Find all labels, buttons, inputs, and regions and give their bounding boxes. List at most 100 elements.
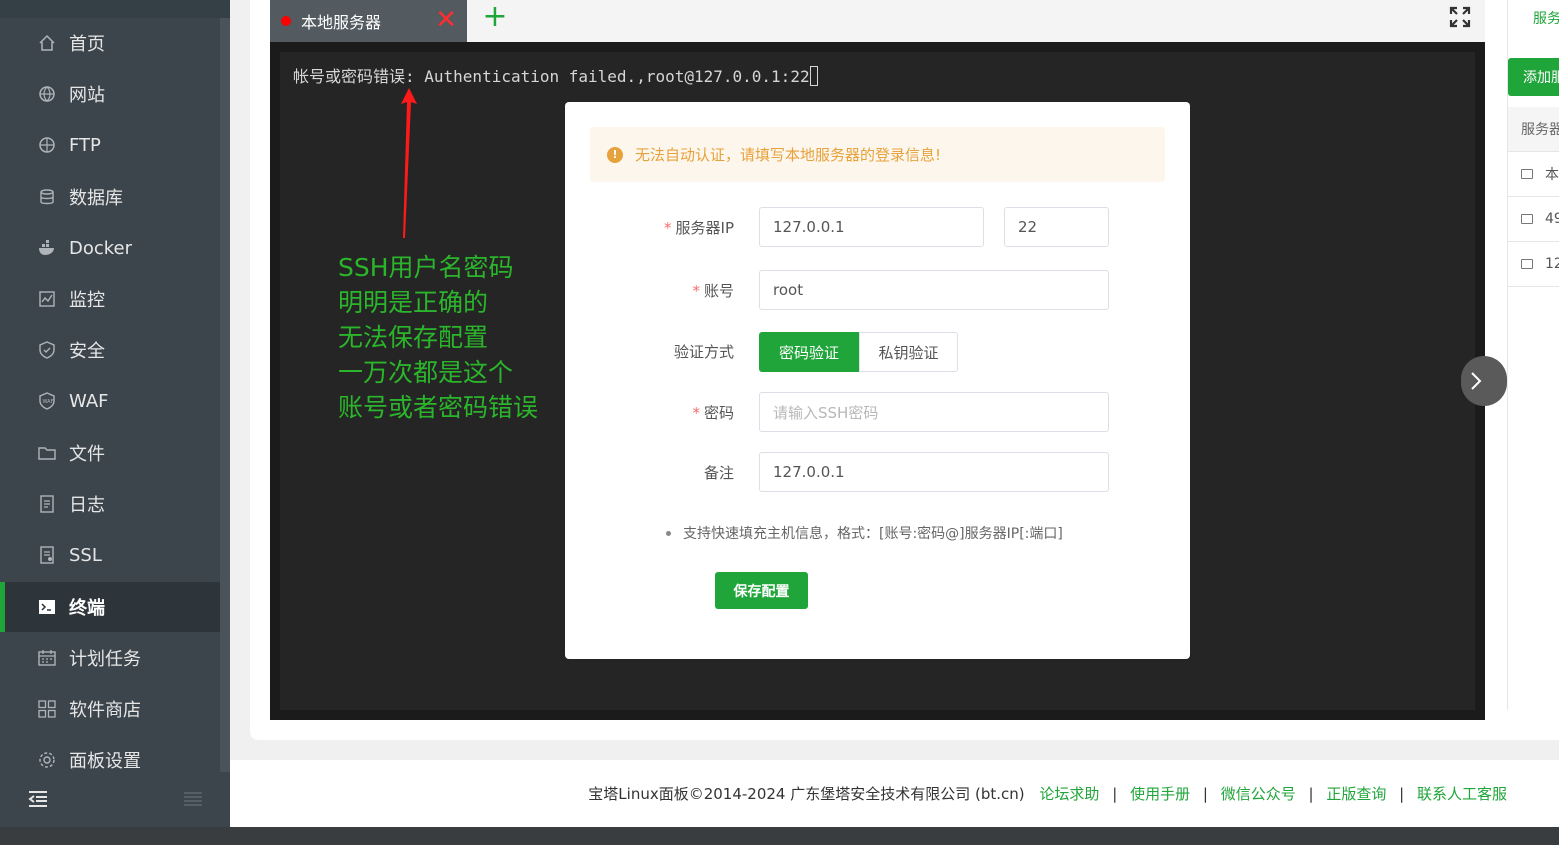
gear-icon	[37, 750, 57, 770]
svg-text:WAF: WAF	[43, 399, 54, 405]
key-auth-button[interactable]: 私钥验证	[859, 332, 958, 372]
sidebar-item-label: 软件商店	[69, 700, 141, 721]
sidebar-item-label: WAF	[69, 390, 109, 412]
auth-method-label: 验证方式	[673, 343, 734, 361]
monitor-chart-icon	[37, 289, 57, 309]
sidebar-item-label: 安全	[69, 341, 105, 362]
terminal-cursor	[809, 66, 818, 86]
monitor-icon	[1521, 214, 1533, 224]
bullet-icon	[666, 530, 671, 536]
fullscreen-icon[interactable]	[1449, 6, 1471, 28]
alert-text: 无法自动认证，请填写本地服务器的登录信息!	[635, 146, 942, 164]
sidebar-item-label: 终端	[69, 598, 105, 619]
terminal-tab-local[interactable]: 本地服务器 ✕	[270, 0, 467, 42]
password-label: * 密码	[692, 404, 734, 422]
forum-link[interactable]: 论坛求助	[1039, 785, 1099, 803]
sidebar: 首页 网站 FTP 数据库 Docker 监控 安全 WAF WAF 文件 日志…	[0, 0, 230, 827]
annotation-line: SSH用户名密码	[338, 253, 514, 282]
sidebar-menu: 首页 网站 FTP 数据库 Docker 监控 安全 WAF WAF 文件 日志…	[0, 18, 220, 772]
tip-text: 支持快速填充主机信息，格式：[账号:密码@]服务器IP[:端口]	[683, 526, 1063, 542]
calendar-icon	[37, 648, 57, 668]
server-ip-label: * 服务器IP	[664, 219, 734, 237]
sidebar-item-database[interactable]: 数据库	[0, 172, 220, 222]
sidebar-item-label: SSL	[69, 544, 102, 566]
expand-panel-button[interactable]	[1461, 356, 1507, 406]
footer-separator: |	[1202, 785, 1208, 803]
manual-link[interactable]: 使用手册	[1130, 785, 1190, 803]
sidebar-item-label: 计划任务	[69, 649, 141, 670]
sidebar-item-monitor[interactable]: 监控	[0, 274, 220, 324]
server-list-header: 服务器	[1508, 107, 1559, 152]
sidebar-item-ftp[interactable]: FTP	[0, 120, 220, 170]
footer-separator: |	[1308, 785, 1314, 803]
server-ip-input[interactable]: 127.0.0.1	[759, 207, 984, 247]
tab-server[interactable]: 服务	[1533, 8, 1559, 28]
sidebar-item-label: FTP	[69, 134, 101, 156]
add-tab-button[interactable]: +	[481, 2, 509, 32]
server-list-item[interactable]: 12	[1508, 242, 1559, 287]
log-icon	[37, 494, 57, 514]
sidebar-scrollbar[interactable]	[220, 18, 230, 772]
grid-icon	[37, 699, 57, 719]
collapse-menu-icon[interactable]	[28, 790, 48, 808]
sidebar-item-website[interactable]: 网站	[0, 69, 220, 119]
annotation-arrow-icon	[401, 88, 417, 238]
server-name: 12	[1545, 256, 1559, 272]
save-config-button[interactable]: 保存配置	[715, 572, 808, 609]
shield-icon	[37, 340, 57, 360]
password-input[interactable]: 请输入SSH密码	[759, 392, 1109, 432]
sidebar-item-files[interactable]: 文件	[0, 428, 220, 478]
globe-icon	[37, 84, 57, 104]
sidebar-item-label: 首页	[69, 34, 105, 55]
remark-label: 备注	[703, 464, 734, 482]
sidebar-item-security[interactable]: 安全	[0, 325, 220, 375]
terminal-tab-label: 本地服务器	[301, 13, 382, 32]
database-icon	[37, 187, 57, 207]
home-icon	[37, 33, 57, 53]
warning-icon: !	[607, 146, 623, 163]
license-check-link[interactable]: 正版查询	[1326, 785, 1386, 803]
terminal-output-line: 帐号或密码错误: Authentication failed.,root@127…	[293, 63, 818, 87]
docker-icon	[37, 238, 57, 258]
footer-text: 宝塔Linux面板©2014-2024 广东堡塔安全技术有限公司 (bt.cn)…	[588, 783, 1507, 804]
account-input[interactable]: root	[759, 270, 1109, 310]
sidebar-item-label: 监控	[69, 290, 105, 311]
sidebar-item-waf[interactable]: WAF WAF	[0, 376, 220, 426]
waf-shield-icon: WAF	[37, 391, 57, 411]
sidebar-item-label: 日志	[69, 495, 105, 516]
format-tip: 支持快速填充主机信息，格式：[账号:密码@]服务器IP[:端口]	[666, 523, 1063, 543]
sidebar-item-store[interactable]: 软件商店	[0, 684, 220, 734]
annotation-text: SSH用户名密码 明明是正确的 无法保存配置 一万次都是这个 账号或者密码错误	[338, 250, 538, 425]
monitor-icon	[1521, 169, 1533, 179]
list-menu-icon[interactable]	[183, 791, 203, 807]
sidebar-item-label: 文件	[69, 444, 105, 465]
add-server-button[interactable]: 添加服	[1508, 58, 1559, 96]
sidebar-item-home[interactable]: 首页	[0, 18, 220, 68]
sidebar-footer	[0, 772, 230, 827]
sidebar-item-terminal[interactable]: 终端	[0, 582, 220, 632]
sidebar-item-label: 面板设置	[69, 751, 141, 772]
chevron-right-icon	[1471, 372, 1482, 390]
sidebar-item-label: 网站	[69, 85, 105, 106]
sidebar-item-label: 数据库	[69, 188, 123, 209]
server-name: 本	[1545, 167, 1559, 183]
sidebar-item-crontab[interactable]: 计划任务	[0, 633, 220, 683]
port-input[interactable]: 22	[1004, 207, 1109, 247]
support-link[interactable]: 联系人工客服	[1417, 785, 1507, 803]
account-label: * 账号	[692, 282, 734, 300]
copyright-text: 宝塔Linux面板©2014-2024 广东堡塔安全技术有限公司 (bt.cn)	[588, 785, 1025, 803]
close-icon[interactable]: ✕	[435, 7, 457, 33]
server-name: 49	[1545, 211, 1559, 227]
sidebar-item-ssl[interactable]: SSL	[0, 530, 220, 580]
warning-alert: ! 无法自动认证，请填写本地服务器的登录信息!	[590, 127, 1165, 182]
server-list-item[interactable]: 49	[1508, 197, 1559, 242]
annotation-line: 明明是正确的	[338, 288, 489, 317]
server-list-item[interactable]: 本	[1508, 152, 1559, 197]
sidebar-item-docker[interactable]: Docker	[0, 223, 220, 273]
password-auth-button[interactable]: 密码验证	[759, 332, 859, 372]
sidebar-item-label: Docker	[69, 237, 133, 259]
sidebar-item-logs[interactable]: 日志	[0, 479, 220, 529]
wechat-link[interactable]: 微信公众号	[1221, 785, 1296, 803]
remark-input[interactable]: 127.0.0.1	[759, 452, 1109, 492]
terminal-output-text: 帐号或密码错误: Authentication failed.,root@127…	[293, 67, 810, 86]
